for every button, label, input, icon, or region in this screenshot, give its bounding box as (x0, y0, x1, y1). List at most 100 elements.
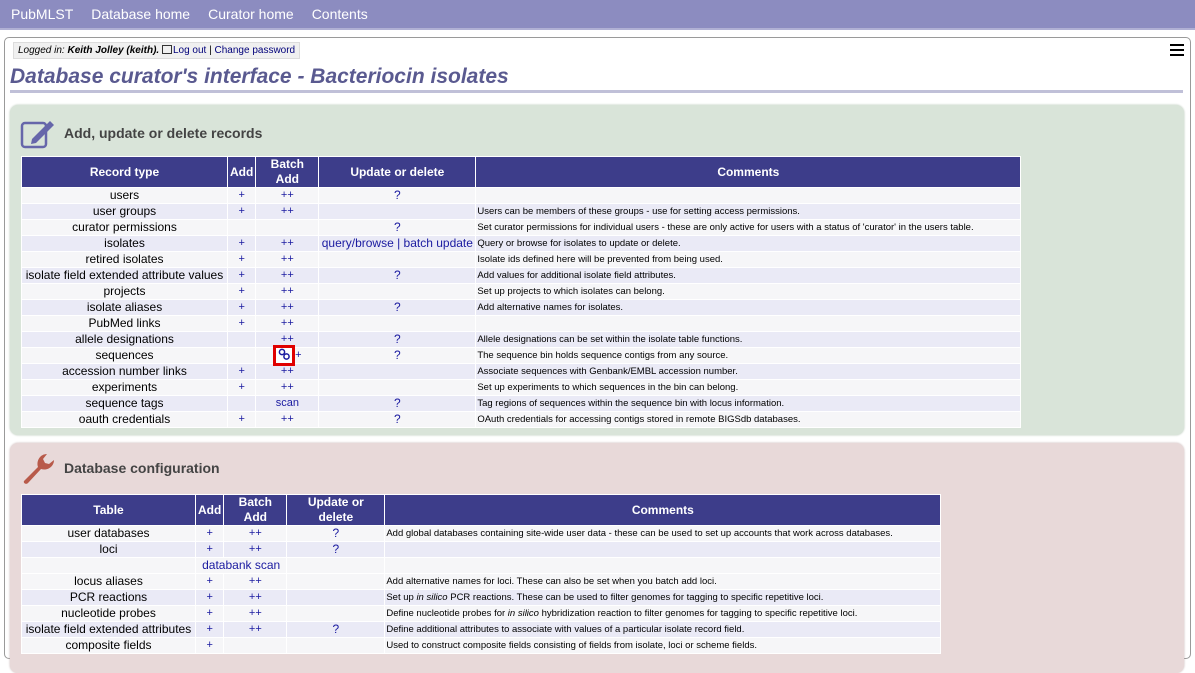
logout-link[interactable]: Log out (173, 45, 206, 56)
update-delete-link[interactable]: ? (318, 187, 477, 204)
batch-add-link[interactable]: ++ (255, 299, 320, 316)
login-bar: Logged in: Keith Jolley (keith). Log out… (13, 42, 301, 59)
nav-pubmlst[interactable]: PubMLST (11, 6, 73, 22)
comment-cell: Define additional attributes to associat… (384, 621, 942, 638)
batch-add-link[interactable]: ++ (223, 605, 288, 622)
databank-scan-link[interactable]: databank scan (194, 557, 288, 574)
table-row-extra: databank scan (21, 557, 942, 574)
update-delete-link[interactable]: ? (318, 347, 477, 364)
main-frame: Logged in: Keith Jolley (keith). Log out… (4, 37, 1191, 673)
record-type-cell: loci (21, 541, 196, 558)
table-row: curator permissions? Set curator permissi… (21, 219, 1022, 236)
update-delete-link[interactable]: query/browse | batch update (318, 235, 477, 252)
col-update-delete: Update or delete (318, 156, 477, 188)
batch-add-link[interactable]: ++ (255, 283, 320, 300)
comment-text: hybridization reaction to filter genomes… (538, 608, 858, 619)
add-link[interactable]: + (194, 589, 225, 606)
record-type-cell: oauth credentials (21, 411, 228, 428)
comment-cell: Set up projects to which isolates can be… (475, 283, 1022, 300)
batch-add-link[interactable]: ++ (255, 251, 320, 268)
record-type-cell: projects (21, 283, 228, 300)
table-row: user groups + ++ Users can be members of th… (21, 203, 1022, 220)
add-link[interactable]: + (226, 267, 257, 284)
batch-add-link[interactable]: ++ (223, 525, 288, 542)
nav-contents[interactable]: Contents (312, 6, 368, 22)
col-table: Table (21, 494, 196, 526)
comment-cell: Isolate ids defined here will be prevent… (475, 251, 1022, 268)
add-link[interactable]: + (226, 187, 257, 204)
add-link[interactable]: + (226, 363, 257, 380)
record-type-cell: locus aliases (21, 573, 196, 590)
batch-add-link[interactable]: ++ (255, 203, 320, 220)
comment-emphasis: in silico (507, 608, 539, 619)
batch-add-link[interactable]: ++ (223, 573, 288, 590)
batch-add-link[interactable]: + (255, 344, 320, 366)
table-row: retired isolates + ++ Isolate ids defined h… (21, 251, 1022, 268)
table-row: locus aliases + ++ Add alternative names fo… (21, 573, 942, 590)
add-link[interactable]: + (226, 299, 257, 316)
add-link[interactable]: + (226, 251, 257, 268)
update-delete-link (286, 573, 386, 590)
batch-add-link[interactable]: ++ (223, 541, 288, 558)
update-delete-link[interactable]: ? (318, 299, 477, 316)
comment-cell: Users can be members of these groups - u… (475, 203, 1022, 220)
add-link[interactable]: + (194, 605, 225, 622)
add-link[interactable]: + (194, 621, 225, 638)
table-row: sequences +? The sequence bin holds sequen… (21, 344, 1022, 366)
add-link[interactable]: + (226, 379, 257, 396)
record-type-cell: accession number links (21, 363, 228, 380)
menu-icon[interactable] (1170, 44, 1184, 59)
batch-add-link[interactable]: ++ (223, 589, 288, 606)
batch-add-link[interactable]: ++ (255, 235, 320, 252)
batch-add-link[interactable]: ++ (223, 621, 288, 638)
add-link[interactable]: + (226, 235, 257, 252)
update-delete-link[interactable]: ? (286, 541, 386, 558)
update-delete-link[interactable]: ? (318, 395, 477, 412)
change-password-link[interactable]: Change password (215, 45, 296, 56)
batch-add-link[interactable]: ++ (255, 411, 320, 428)
table-row: experiments + ++ Set up experiments to whic… (21, 379, 1022, 396)
table-row: sequence tags scan? Tag regions of sequenc… (21, 395, 1022, 412)
add-link[interactable]: + (226, 203, 257, 220)
col-add: Add (226, 156, 257, 188)
add-link[interactable]: + (226, 315, 257, 332)
batch-add-link[interactable]: ++ (255, 379, 320, 396)
add-link[interactable]: + (194, 525, 225, 542)
batch-add-link[interactable]: ++ (255, 363, 320, 380)
comment-text: PCR reactions. These can be used to filt… (447, 592, 824, 603)
link-icon[interactable] (273, 344, 296, 366)
record-type-cell: users (21, 187, 228, 204)
update-delete-link[interactable]: ? (318, 331, 477, 348)
record-type-cell: nucleotide probes (21, 605, 196, 622)
comment-cell (475, 315, 1022, 332)
nav-curator-home[interactable]: Curator home (208, 6, 294, 22)
nav-database-home[interactable]: Database home (91, 6, 190, 22)
update-delete-link (318, 315, 477, 332)
update-delete-link[interactable]: ? (318, 219, 477, 236)
record-type-cell: sequence tags (21, 395, 228, 412)
config-panel-title: Database configuration (64, 460, 220, 476)
records-panel-header: Add, update or delete records (20, 117, 262, 149)
add-link[interactable]: + (226, 411, 257, 428)
top-navigation: PubMLST Database home Curator home Conte… (0, 0, 1195, 30)
record-type-cell: PCR reactions (21, 589, 196, 606)
batch-add-link[interactable]: ++ (255, 267, 320, 284)
batch-add-link[interactable]: ++ (255, 187, 320, 204)
batch-add-link[interactable]: ++ (255, 315, 320, 332)
records-table: Record type Add Batch Add Update or dele… (21, 156, 1022, 428)
update-delete-link (318, 203, 477, 220)
update-delete-link[interactable]: ? (318, 267, 477, 284)
update-delete-link[interactable]: ? (286, 525, 386, 542)
update-delete-link[interactable]: ? (286, 621, 386, 638)
table-row: isolates + ++ query/browse | batch update Qu… (21, 235, 1022, 252)
add-link (226, 395, 257, 412)
batch-add-link[interactable]: scan (255, 395, 320, 412)
add-link[interactable]: + (226, 283, 257, 300)
comment-cell: Add global databases containing site-wid… (384, 525, 942, 542)
update-delete-link[interactable]: ? (318, 411, 477, 428)
add-link[interactable]: + (194, 637, 225, 654)
batch-add-link-text[interactable]: + (295, 349, 301, 361)
table-row: PCR reactions + ++ Set up in silico PCR rea… (21, 589, 942, 606)
add-link[interactable]: + (194, 541, 225, 558)
add-link[interactable]: + (194, 573, 225, 590)
